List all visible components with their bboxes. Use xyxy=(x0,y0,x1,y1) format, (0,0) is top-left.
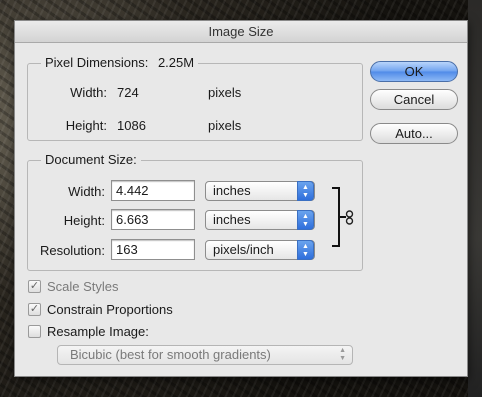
ok-button[interactable]: OK xyxy=(370,61,458,82)
pixel-dimensions-legend: Pixel Dimensions: 2.25M xyxy=(41,55,199,70)
doc-width-unit-select[interactable]: inches ▲ ▼ xyxy=(205,181,315,201)
resample-method-select[interactable]: Bicubic (best for smooth gradients) ▲ ▼ xyxy=(57,345,353,365)
dialog-title: Image Size xyxy=(15,21,467,43)
pixel-width-value: 724 xyxy=(117,85,139,100)
resample-image-checkbox[interactable] xyxy=(28,325,41,338)
updown-arrows-icon: ▲ ▼ xyxy=(339,347,346,362)
cancel-button[interactable]: Cancel xyxy=(370,89,458,110)
pixel-height-label: Height: xyxy=(65,118,107,133)
updown-arrows-icon: ▲ ▼ xyxy=(297,181,314,201)
proportion-link-bracket xyxy=(332,187,340,247)
background-window-edge xyxy=(468,0,482,397)
constrain-proportions-checkbox[interactable]: ✓ xyxy=(28,303,41,316)
doc-width-input[interactable]: 4.442 xyxy=(111,180,195,201)
updown-arrows-icon: ▲ ▼ xyxy=(297,210,314,230)
resample-image-label: Resample Image: xyxy=(47,324,149,339)
auto-button[interactable]: Auto... xyxy=(370,123,458,144)
chain-link-icon xyxy=(345,210,354,225)
updown-arrows-icon: ▲ ▼ xyxy=(297,240,314,260)
resample-method-value: Bicubic (best for smooth gradients) xyxy=(70,347,271,362)
pixel-height-unit: pixels xyxy=(208,118,242,133)
resolution-unit-select[interactable]: pixels/inch ▲ ▼ xyxy=(205,240,315,260)
doc-height-unit-select[interactable]: inches ▲ ▼ xyxy=(205,210,315,230)
resolution-label: Resolution: xyxy=(39,243,105,258)
doc-width-label: Width: xyxy=(68,184,105,199)
constrain-proportions-label: Constrain Proportions xyxy=(47,302,173,317)
checkmark-icon: ✓ xyxy=(29,280,40,292)
document-size-legend: Document Size: xyxy=(41,152,141,167)
doc-height-label: Height: xyxy=(63,213,105,228)
scale-styles-checkbox[interactable]: ✓ xyxy=(28,280,41,293)
doc-height-unit-value: inches xyxy=(213,212,251,227)
pixel-width-label: Width: xyxy=(70,85,107,100)
doc-width-unit-value: inches xyxy=(213,183,251,198)
resolution-input[interactable]: 163 xyxy=(111,239,195,260)
image-size-dialog: Image Size Pixel Dimensions: 2.25M Width… xyxy=(14,20,468,377)
resolution-unit-value: pixels/inch xyxy=(213,242,274,257)
pixel-height-value: 1086 xyxy=(117,118,146,133)
checkmark-icon: ✓ xyxy=(29,303,40,315)
scale-styles-label: Scale Styles xyxy=(47,279,119,294)
pixel-dimensions-size: 2.25M xyxy=(157,55,195,70)
pixel-dimensions-label: Pixel Dimensions: xyxy=(45,55,149,70)
pixel-width-unit: pixels xyxy=(208,85,242,100)
doc-height-input[interactable]: 6.663 xyxy=(111,209,195,230)
